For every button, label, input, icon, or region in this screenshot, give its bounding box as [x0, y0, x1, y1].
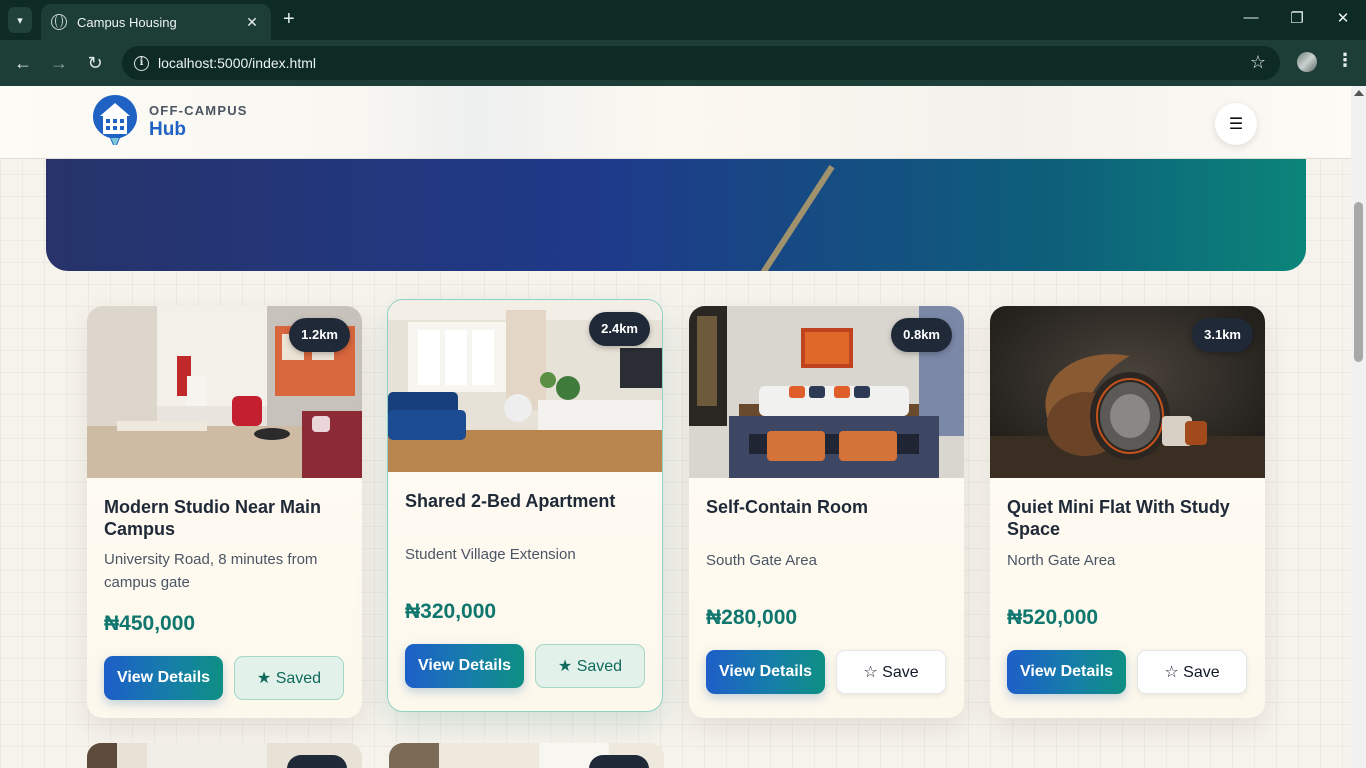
address-bar[interactable]: i localhost:5000/index.html ☆: [122, 46, 1280, 80]
url-text[interactable]: localhost:5000/index.html: [158, 55, 316, 71]
listing-card[interactable]: 3.1km Quiet Mini Flat With Study Space N…: [990, 306, 1265, 718]
listing-location: North Gate Area: [1007, 552, 1116, 569]
save-button[interactable]: ★ Saved: [535, 644, 645, 688]
listing-card[interactable]: 0.8km Self-Contain Room South Gate Area …: [689, 306, 964, 718]
bookmark-star-icon[interactable]: ☆: [1250, 52, 1266, 73]
save-button[interactable]: ☆ Save: [1137, 650, 1247, 694]
listing-photo[interactable]: 0.8km: [689, 306, 964, 478]
restore-icon[interactable]: ❐: [1285, 9, 1309, 27]
back-icon[interactable]: ←: [12, 52, 34, 74]
save-button[interactable]: ☆ Save: [836, 650, 946, 694]
site-header: OFF-CAMPUS Hub ☰: [0, 86, 1351, 159]
listing-photo[interactable]: 3.1km: [990, 306, 1265, 478]
hero-accent-line: [720, 165, 835, 271]
listing-card[interactable]: 1.2km Modern Studio Near Main Campus Uni…: [87, 306, 362, 718]
distance-badge: 0.8km: [891, 318, 952, 352]
distance-badge: 2.4km: [589, 312, 650, 346]
tab-title: Campus Housing: [77, 14, 177, 30]
globe-icon: [51, 14, 67, 30]
page-scrollbar[interactable]: [1351, 86, 1366, 768]
menu-button[interactable]: ☰: [1215, 103, 1257, 145]
browser-toolbar: ← → ↻ i localhost:5000/index.html ☆ ⋮: [0, 40, 1366, 86]
minimize-icon[interactable]: —: [1239, 9, 1263, 26]
listing-title[interactable]: Quiet Mini Flat With Study Space: [1007, 496, 1252, 540]
browser-tab[interactable]: Campus Housing ✕: [41, 4, 271, 40]
new-tab-icon[interactable]: +: [283, 9, 295, 29]
view-details-button[interactable]: View Details: [706, 650, 825, 694]
view-details-button[interactable]: View Details: [405, 644, 524, 688]
listing-photo[interactable]: 2.4km: [388, 300, 662, 472]
brand-name-top[interactable]: OFF-CAMPUS: [149, 103, 248, 118]
listing-price: ₦320,000: [405, 600, 497, 623]
profile-avatar[interactable]: [1297, 52, 1317, 72]
listing-title[interactable]: Modern Studio Near Main Campus: [104, 496, 349, 540]
view-details-button[interactable]: View Details: [1007, 650, 1126, 694]
tab-search-icon[interactable]: ▾: [8, 7, 32, 33]
listing-card-partial[interactable]: [87, 743, 362, 768]
listing-location: Student Village Extension: [405, 546, 576, 563]
listing-title[interactable]: Shared 2-Bed Apartment: [405, 490, 650, 512]
listing-card-partial[interactable]: [389, 743, 664, 768]
scrollbar-thumb[interactable]: [1354, 202, 1363, 362]
listing-location: South Gate Area: [706, 552, 817, 569]
view-details-button[interactable]: View Details: [104, 656, 223, 700]
house-logo-icon[interactable]: [92, 94, 138, 146]
browser-tab-bar: ▾ Campus Housing ✕ + — ❐ ✕: [0, 0, 1366, 40]
brand-name-bottom[interactable]: Hub: [149, 119, 186, 141]
listing-card[interactable]: 2.4km Shared 2-Bed Apartment Student Vil…: [387, 299, 663, 712]
close-tab-icon[interactable]: ✕: [243, 14, 261, 31]
window-close-icon[interactable]: ✕: [1331, 9, 1355, 27]
scroll-up-arrow-icon[interactable]: [1354, 90, 1364, 96]
site-info-icon[interactable]: i: [134, 55, 149, 71]
listing-price: ₦450,000: [104, 612, 196, 635]
reload-icon[interactable]: ↻: [84, 52, 106, 74]
distance-badge: 3.1km: [1192, 318, 1253, 352]
forward-icon[interactable]: →: [48, 52, 70, 74]
browser-menu-icon[interactable]: ⋮: [1336, 50, 1354, 71]
page-viewport: OFF-CAMPUS Hub ☰ 1.2km Modern Studio Nea…: [0, 86, 1351, 768]
hamburger-icon: ☰: [1228, 116, 1244, 133]
listing-location: University Road, 8 minutes from campus g…: [104, 551, 318, 591]
save-button[interactable]: ★ Saved: [234, 656, 344, 700]
listing-title[interactable]: Self-Contain Room: [706, 496, 951, 518]
distance-badge: 1.2km: [289, 318, 350, 352]
listing-price: ₦280,000: [706, 606, 798, 629]
listing-photo[interactable]: 1.2km: [87, 306, 362, 478]
listing-price: ₦520,000: [1007, 606, 1099, 629]
